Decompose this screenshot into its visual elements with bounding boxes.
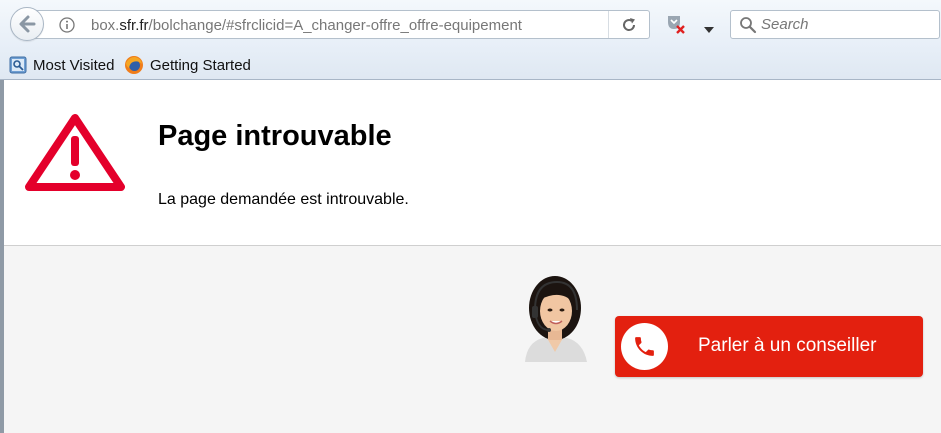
warning-icon [24,112,126,197]
url-text[interactable]: box.sfr.fr/bolchange/#sfrclicid=A_change… [91,17,522,34]
bookmarks-toolbar: Most Visited Getting Started [0,50,941,80]
browser-toolbar: box.sfr.fr/bolchange/#sfrclicid=A_change… [0,0,941,50]
url-bar[interactable]: box.sfr.fr/bolchange/#sfrclicid=A_change… [30,10,650,39]
most-visited-icon [9,56,27,74]
bookmark-getting-started[interactable]: Getting Started [124,55,251,75]
page-title: Page introuvable [158,120,392,152]
bookmark-most-visited[interactable]: Most Visited [9,55,114,75]
back-arrow-icon [19,15,36,33]
site-info-icon[interactable] [59,17,75,38]
customer-service-agent-photo [519,270,591,362]
search-input[interactable] [761,15,931,34]
pocket-download-button[interactable] [664,12,688,41]
firefox-icon [125,56,143,74]
pocket-blocked-icon [668,16,685,34]
phone-icon [635,337,654,356]
page-content: Page introuvable La page demandée est in… [4,80,941,433]
search-bar[interactable] [730,10,940,39]
error-panel: Page introuvable La page demandée est in… [4,80,941,246]
search-icon [740,17,757,34]
bookmark-label: Getting Started [150,56,251,74]
bookmark-label: Most Visited [33,56,115,74]
reload-button[interactable] [608,11,649,38]
phone-icon-badge [621,323,668,370]
dropdown-arrow-icon[interactable] [704,20,714,38]
talk-to-advisor-label: Parler à un conseiller [698,335,877,356]
help-panel: Parler à un conseiller [4,246,941,433]
error-message: La page demandée est introuvable. [158,191,409,208]
back-button[interactable] [10,7,44,41]
reload-icon [623,18,636,31]
talk-to-advisor-button[interactable]: Parler à un conseiller [615,316,923,377]
